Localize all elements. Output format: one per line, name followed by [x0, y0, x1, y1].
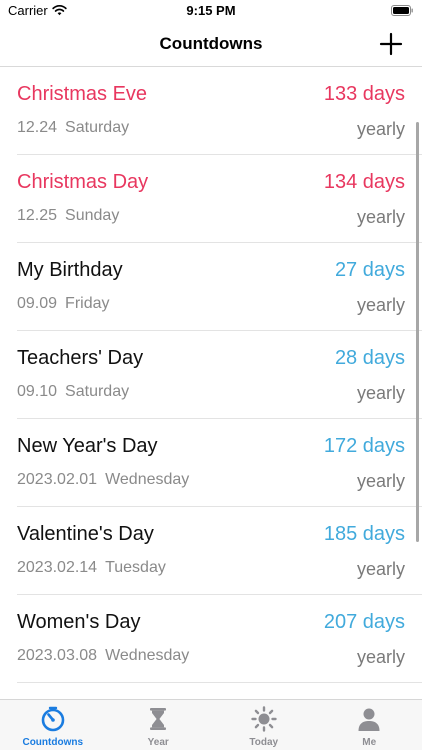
date-value: 12.24: [17, 119, 58, 136]
battery-icon: [391, 5, 413, 16]
repeat-label: yearly: [356, 383, 405, 403]
tab-me[interactable]: Me: [317, 700, 422, 750]
countdown-date: 09.09 Friday: [17, 295, 110, 313]
countdown-row[interactable]: Christmas Eve 133 days 12.24 Saturday yea…: [0, 67, 422, 155]
weekday-value: Sunday: [65, 207, 120, 224]
countdown-row[interactable]: New Year's Day 172 days 2023.02.01 Wednes…: [0, 419, 422, 507]
days-remaining: 27 days: [334, 259, 405, 281]
countdown-title: Christmas Day: [17, 171, 149, 193]
weekday-value: Saturday: [65, 119, 130, 136]
status-time: 9:15 PM: [186, 3, 236, 18]
countdown-date: 2023.03.08 Wednesday: [17, 647, 189, 665]
weekday-value: Wednesday: [105, 471, 190, 488]
tab-year[interactable]: Year: [106, 700, 212, 750]
add-countdown-button[interactable]: [378, 31, 404, 57]
countdown-row[interactable]: Women's Day 207 days 2023.03.08 Wednesday…: [0, 595, 422, 683]
days-remaining: 185 days: [323, 523, 405, 545]
repeat-label: yearly: [356, 647, 405, 667]
countdown-date: 09.10 Saturday: [17, 383, 129, 401]
weekday-value: Wednesday: [105, 647, 190, 664]
date-value: 2023.03.08: [17, 647, 98, 664]
repeat-label: yearly: [356, 207, 405, 227]
navigation-bar: Countdowns: [0, 22, 422, 67]
page-title: Countdowns: [159, 34, 263, 53]
days-remaining: 134 days: [323, 171, 405, 193]
person-icon: [358, 708, 380, 731]
stopwatch-icon: [41, 706, 65, 732]
repeat-label: yearly: [356, 559, 405, 579]
days-remaining: 207 days: [323, 611, 405, 633]
tab-label: Me: [362, 737, 377, 748]
tab-label: Year: [147, 737, 169, 748]
weekday-value: Friday: [65, 295, 110, 312]
date-value: 2023.02.01: [17, 471, 98, 488]
app-screen: Carrier 9:15 PM Countdowns Christmas Eve…: [0, 0, 422, 750]
repeat-label: yearly: [356, 119, 405, 139]
countdown-title: Valentine's Day: [17, 523, 154, 545]
status-bar: Carrier 9:15 PM: [0, 0, 422, 22]
countdown-title: Women's Day: [17, 611, 141, 633]
countdown-row[interactable]: Valentine's Day 185 days 2023.02.14 Tuesd…: [0, 507, 422, 595]
countdown-date: 12.24 Saturday: [17, 119, 129, 137]
countdown-row[interactable]: Teachers' Day 28 days 09.10 Saturday year…: [0, 331, 422, 419]
tab-label: Today: [249, 737, 279, 748]
tab-today[interactable]: Today: [211, 700, 317, 750]
date-value: 12.25: [17, 207, 58, 224]
days-remaining: 28 days: [334, 347, 405, 369]
countdown-date: 2023.02.14 Tuesday: [17, 559, 166, 577]
countdown-date: 12.25 Sunday: [17, 207, 119, 225]
countdown-title: My Birthday: [17, 259, 123, 281]
countdown-row[interactable]: Christmas Day 134 days 12.25 Sunday yearl…: [0, 155, 422, 243]
tab-label: Countdowns: [22, 737, 84, 748]
days-remaining: 133 days: [323, 83, 405, 105]
countdown-date: 2023.02.01 Wednesday: [17, 471, 189, 489]
hourglass-icon: [150, 708, 167, 730]
weekday-value: Saturday: [65, 383, 130, 400]
sun-icon: [251, 706, 277, 732]
date-value: 09.09: [17, 295, 58, 312]
countdown-list[interactable]: Christmas Eve 133 days 12.24 Saturday yea…: [0, 67, 422, 699]
countdown-row-partial[interactable]: [0, 683, 422, 699]
tab-countdowns[interactable]: Countdowns: [0, 700, 106, 750]
countdown-row[interactable]: My Birthday 27 days 09.09 Friday yearly: [0, 243, 422, 331]
countdown-title: Teachers' Day: [17, 347, 144, 369]
plus-icon: [379, 32, 403, 56]
countdown-title: Christmas Eve: [17, 83, 148, 105]
scroll-indicator[interactable]: [416, 122, 419, 542]
countdown-title: New Year's Day: [17, 435, 158, 457]
repeat-label: yearly: [356, 471, 405, 491]
days-remaining: 172 days: [323, 435, 405, 457]
tab-bar: Countdowns Year Today Me: [0, 699, 422, 750]
repeat-label: yearly: [356, 295, 405, 315]
date-value: 2023.02.14: [17, 559, 98, 576]
weekday-value: Tuesday: [105, 559, 166, 576]
date-value: 09.10: [17, 383, 58, 400]
